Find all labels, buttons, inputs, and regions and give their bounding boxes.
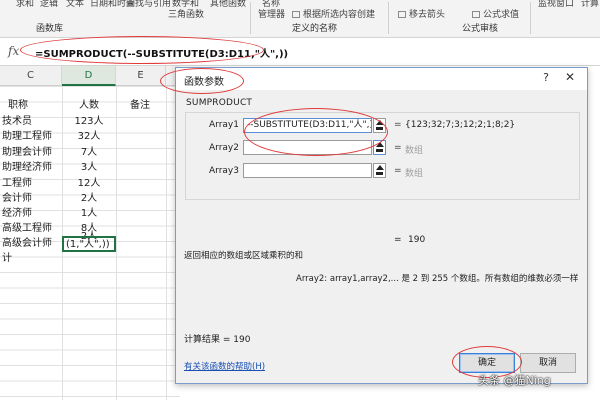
arg-label-array2: Array2 (209, 143, 239, 153)
table-row-title[interactable]: 经济师 (0, 206, 62, 221)
table-row-count[interactable]: 7人 (62, 145, 116, 160)
arg-value-array2: 数组 (405, 146, 424, 156)
table-row-count[interactable]: 32人 (62, 129, 116, 144)
ribbon-lookup-button[interactable]: 查找与引用 (126, 0, 171, 9)
collapse-arrow-icon (376, 165, 384, 170)
grid-line (166, 86, 167, 400)
ribbon-watch-window-button[interactable]: 监视窗口 (538, 0, 574, 9)
ribbon-other-button[interactable]: 其他函数 (210, 0, 246, 9)
ribbon-math-label2: 三角函数 (168, 10, 205, 20)
table-row-title[interactable]: 高级会计师 (0, 236, 62, 251)
table-row-count[interactable]: 2人 (62, 191, 116, 206)
ribbon-divider (250, 2, 251, 34)
cell-d-header[interactable]: 人数 (62, 98, 116, 113)
table-row-total-label[interactable]: 计 (0, 251, 62, 266)
arg-eq-array2: = (394, 143, 402, 153)
group-formula-auditing: 公式审核 (462, 24, 499, 34)
ok-button[interactable]: 确定 (459, 353, 515, 373)
ribbon: 求和 逻辑 文本 日期和时间 查找与引用 数学和 三角函数 其他函数 名称 管理… (0, 0, 600, 38)
function-arguments-dialog: 函数参数 ? ✕ SUMPRODUCT Array1 --SUBSTITUTE(… (175, 67, 588, 384)
group-function-library: 函数库 (36, 24, 64, 34)
formula-input[interactable]: =SUMPRODUCT(--SUBSTITUTE(D3:D11,"人",)) (35, 45, 288, 60)
table-row-title[interactable]: 工程师 (0, 176, 62, 191)
function-help-link[interactable]: 有关该函数的帮助(H) (184, 360, 265, 372)
function-name: SUMPRODUCT (186, 98, 253, 108)
ribbon-logic-button[interactable]: 逻辑 (40, 0, 58, 9)
column-header-c[interactable]: C (0, 66, 62, 86)
arg-label-array1: Array1 (209, 120, 239, 130)
result-eq: = (394, 235, 402, 245)
table-row-count[interactable]: 123人 (62, 114, 116, 129)
ribbon-calc-button[interactable]: 计算 (581, 0, 599, 9)
remove-arrows-icon (398, 11, 406, 18)
help-icon[interactable]: ? (543, 71, 549, 84)
function-description: 返回相应的数组或区域乘积的和 (184, 251, 304, 261)
collapse-base-icon (376, 149, 383, 152)
argument-description: Array2: array1,array2,... 是 2 到 255 个数组。… (296, 274, 579, 284)
evaluate-formula-label: 公式求值 (483, 10, 520, 20)
close-icon[interactable]: ✕ (565, 70, 575, 84)
table-row-title[interactable]: 助理经济师 (0, 160, 62, 175)
collapse-base-icon (376, 172, 383, 175)
table-row-count[interactable]: 3人 (62, 160, 116, 175)
table-row-title[interactable]: 助理工程师 (0, 129, 62, 144)
collapse-dialog-button-array2[interactable] (373, 140, 386, 155)
watermark: 头条 @猫Ning (478, 374, 551, 387)
column-header-d[interactable]: D (62, 66, 116, 86)
table-row-count[interactable]: 1人 (62, 206, 116, 221)
column-headers: C D E (0, 66, 180, 86)
collapse-dialog-button-array3[interactable] (373, 163, 386, 178)
table-row-title[interactable]: 助理会计师 (0, 145, 62, 160)
fx-icon[interactable]: fx (8, 44, 19, 58)
ribbon-sum-button[interactable]: 求和 (16, 0, 34, 9)
active-cell[interactable]: (1,"人",)) (62, 236, 116, 252)
calculation-result: 计算结果 = 190 (184, 335, 251, 345)
ribbon-text-button[interactable]: 文本 (66, 0, 84, 9)
evaluate-formula-icon (472, 11, 480, 18)
cancel-button[interactable]: 取消 (520, 353, 576, 373)
formula-bar: fx =SUMPRODUCT(--SUBSTITUTE(D3:D11,"人",)… (0, 38, 600, 66)
group-defined-names: 定义的名称 (292, 24, 338, 34)
ribbon-divider (388, 2, 389, 34)
arg-label-array3: Array3 (209, 166, 239, 176)
active-cell-text: (1,"人",)) (66, 239, 110, 250)
arg-eq-array3: = (394, 166, 402, 176)
collapse-arrow-icon (376, 120, 384, 125)
cell-e-header[interactable]: 备注 (116, 98, 166, 113)
table-row-title[interactable]: 高级工程师 (0, 221, 62, 236)
ribbon-remove-arrows-button[interactable]: 移去箭头 (398, 7, 445, 20)
grid-line (116, 86, 117, 400)
collapse-arrow-icon (376, 142, 384, 147)
create-from-selection-icon (292, 11, 300, 18)
collapse-base-icon (376, 127, 383, 130)
table-row-count[interactable]: 12人 (62, 176, 116, 191)
ribbon-name-manager-label2: 管理器 (258, 10, 286, 20)
remove-arrows-label: 移去箭头 (409, 10, 446, 20)
column-header-e[interactable]: E (116, 66, 166, 86)
table-row-title[interactable]: 会计师 (0, 191, 62, 206)
dialog-title: 函数参数 (184, 77, 224, 88)
arg-input-array3[interactable] (243, 163, 372, 178)
ribbon-evaluate-formula-button[interactable]: 公式求值 (472, 7, 519, 20)
create-from-selection-label: 根据所选内容创建 (303, 10, 376, 20)
cell-c-header[interactable]: 职称 (0, 98, 62, 113)
collapse-dialog-button-array1[interactable] (373, 118, 386, 133)
dialog-titlebar[interactable]: 函数参数 ? ✕ (176, 68, 587, 90)
arg-eq-array1: = (394, 120, 402, 130)
arg-value-array3: 数组 (405, 169, 424, 179)
ribbon-create-from-selection-button[interactable]: 根据所选内容创建 (292, 7, 375, 20)
arg-input-array1[interactable]: --SUBSTITUTE(D3:D11,"人",) (243, 118, 372, 133)
result-value: 190 (408, 235, 426, 245)
table-row-title[interactable]: 技术员 (0, 114, 62, 129)
ribbon-divider (530, 2, 531, 34)
arg-input-array2[interactable] (243, 140, 372, 155)
arg-value-array1: {123;32;7;3;12;2;1;8;2} (405, 120, 516, 130)
